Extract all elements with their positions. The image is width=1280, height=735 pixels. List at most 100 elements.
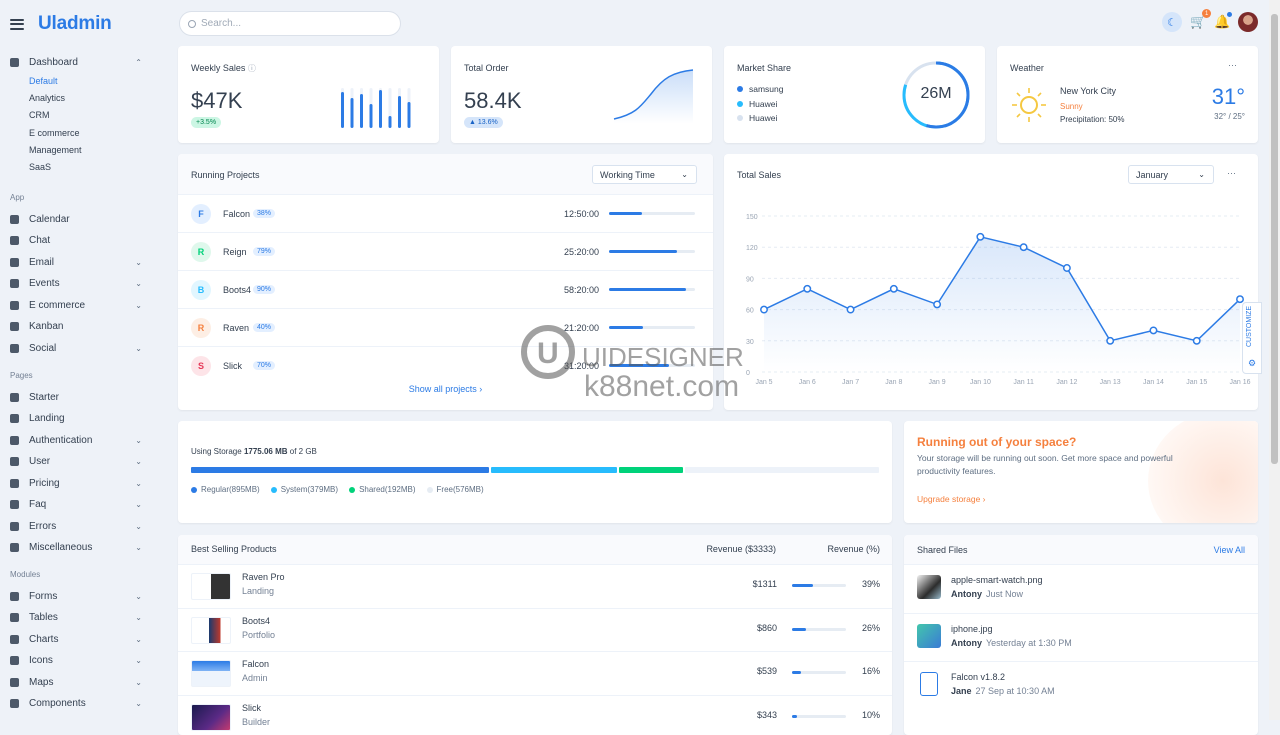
project-name: Falcon <box>223 209 253 219</box>
legend-label: Free(576MB) <box>437 485 484 494</box>
sidebar-item-e-commerce[interactable]: E commerce⌄ <box>10 296 142 314</box>
sidebar-subitem-analytics[interactable]: Analytics <box>29 93 65 103</box>
sidebar-item-landing[interactable]: Landing <box>10 410 142 428</box>
brand: Uladmin <box>10 13 112 35</box>
avatar[interactable] <box>1238 12 1258 32</box>
sidebar-item-social[interactable]: Social⌄ <box>10 339 142 357</box>
errors-icon <box>10 522 19 531</box>
chevron-down-icon: ⌄ <box>135 479 142 488</box>
sidebar-item-label: Tables <box>29 612 58 623</box>
chevron-down-icon: ⌄ <box>135 500 142 509</box>
sidebar-item-label: Email <box>29 257 54 268</box>
weekly-sales-bar <box>389 116 392 128</box>
storage-segment <box>491 467 617 473</box>
product-row[interactable]: SlickBuilder$34310% <box>178 695 892 735</box>
sidebar-item-email[interactable]: Email⌄ <box>10 253 142 271</box>
weather-menu-icon[interactable]: ··· <box>1228 60 1237 70</box>
weather-precipitation: Precipitation: 50% <box>1060 115 1124 124</box>
file-row[interactable]: iphone.jpgAntonyYesterday at 1:30 PM <box>904 613 1258 661</box>
sidebar-item-charts[interactable]: Charts⌄ <box>10 630 142 648</box>
product-row[interactable]: FalconAdmin$53916% <box>178 651 892 694</box>
sidebar-subitem-management[interactable]: Management <box>29 145 82 155</box>
sidebar-item-errors[interactable]: Errors⌄ <box>10 517 142 535</box>
weekly-sales-bar <box>398 96 401 128</box>
starter-icon <box>10 393 19 402</box>
sidebar-item-faq[interactable]: Faq⌄ <box>10 496 142 514</box>
sales-point <box>1237 296 1243 302</box>
revenue-pct-header[interactable]: Revenue (%) <box>798 544 880 554</box>
hamburger-menu-icon[interactable] <box>10 19 24 30</box>
sidebar-item-forms[interactable]: Forms⌄ <box>10 587 142 605</box>
sidebar-subitem-default[interactable]: Default <box>29 76 58 86</box>
theme-toggle-icon[interactable]: ☾ <box>1162 12 1182 32</box>
sidebar-item-label: Social <box>29 343 56 354</box>
sidebar-item-icons[interactable]: Icons⌄ <box>10 652 142 670</box>
page-scrollbar[interactable] <box>1269 0 1280 720</box>
x-tick-label: Jan 13 <box>1100 379 1121 386</box>
market-share-legend-item: Huawei <box>737 99 777 109</box>
product-row[interactable]: Raven ProLanding$131139% <box>178 564 892 607</box>
product-row[interactable]: Boots4Portfolio$86026% <box>178 608 892 651</box>
sidebar-item-events[interactable]: Events⌄ <box>10 275 142 293</box>
sidebar-item-maps[interactable]: Maps⌄ <box>10 673 142 691</box>
sidebar-item-calendar[interactable]: Calendar <box>10 210 142 228</box>
view-all-link[interactable]: View All <box>1194 545 1245 555</box>
cart-icon[interactable]: 🛒1 <box>1190 14 1206 30</box>
file-row[interactable]: apple-smart-watch.pngAntonyJust Now <box>904 564 1258 612</box>
e-commerce-icon <box>10 301 19 310</box>
weekly-sales-change: +3.5% <box>191 117 221 128</box>
chevron-down-icon: ⌄ <box>135 436 142 445</box>
project-row[interactable]: BBoots490%58:20:00 <box>178 270 713 308</box>
project-time: 31:20:00 <box>564 361 599 371</box>
sales-point <box>1064 265 1070 271</box>
sidebar-subitem-crm[interactable]: CRM <box>29 110 50 120</box>
search-input[interactable]: Search... <box>179 11 401 36</box>
calendar-icon <box>10 215 19 224</box>
chat-icon <box>10 236 19 245</box>
x-tick-label: Jan 14 <box>1143 379 1164 386</box>
sidebar-item-label: Chat <box>29 235 50 246</box>
working-time-select[interactable]: Working Time⌄ <box>592 165 697 184</box>
sidebar-item-user[interactable]: User⌄ <box>10 453 142 471</box>
weekly-sales-bar <box>370 104 373 128</box>
revenue-usd-header[interactable]: Revenue ($3333) <box>684 544 776 554</box>
notification-bell-icon[interactable]: 🔔 <box>1214 14 1230 30</box>
sidebar-item-kanban[interactable]: Kanban <box>10 318 142 336</box>
weekly-sales-bars <box>338 86 428 131</box>
project-row[interactable]: RReign79%25:20:00 <box>178 232 713 270</box>
sidebar-item-starter[interactable]: Starter <box>10 388 142 406</box>
sidebar-item-components[interactable]: Components⌄ <box>10 695 142 713</box>
chevron-down-icon: ⌄ <box>681 170 688 179</box>
kanban-icon <box>10 322 19 331</box>
sidebar-item-miscellaneous[interactable]: Miscellaneous⌄ <box>10 539 142 557</box>
month-select[interactable]: January⌄ <box>1128 165 1214 184</box>
upgrade-storage-link[interactable]: Upgrade storage › <box>917 494 986 504</box>
customize-tab[interactable]: CUSTOMIZE ⚙ <box>1242 302 1262 374</box>
product-progress <box>792 628 846 631</box>
file-icon <box>920 672 938 696</box>
project-row[interactable]: RRaven40%21:20:00 <box>178 308 713 346</box>
product-percent: 39% <box>848 579 880 589</box>
sidebar-subitem-saas[interactable]: SaaS <box>29 162 51 172</box>
sidebar-subitem-e-commerce[interactable]: E commerce <box>29 128 80 138</box>
x-tick-label: Jan 11 <box>1013 379 1034 386</box>
storage-legend-item: Shared(192MB) <box>349 485 415 494</box>
sidebar-item-pricing[interactable]: Pricing⌄ <box>10 474 142 492</box>
file-meta: AntonyYesterday at 1:30 PM <box>951 638 1072 648</box>
file-row[interactable]: Falcon v1.8.2Jane27 Sep at 10:30 AM <box>904 661 1258 709</box>
total-sales-menu-icon[interactable]: ··· <box>1227 168 1236 178</box>
project-progress-fill <box>609 326 643 329</box>
show-all-projects-link[interactable]: Show all projects › <box>178 384 713 394</box>
product-thumbnail <box>191 660 231 687</box>
sidebar-item-tables[interactable]: Tables⌄ <box>10 609 142 627</box>
sidebar-item-authentication[interactable]: Authentication⌄ <box>10 431 142 449</box>
project-row[interactable]: FFalcon38%12:50:00 <box>178 194 713 232</box>
project-avatar: F <box>191 204 211 224</box>
sidebar-item-chat[interactable]: Chat <box>10 232 142 250</box>
product-progress-fill <box>792 584 813 587</box>
logo[interactable]: Uladmin <box>38 13 112 35</box>
storage-segment <box>191 467 489 473</box>
sidebar-item-label: Calendar <box>29 214 70 225</box>
project-row[interactable]: SSlick70%31:20:00 <box>178 346 713 384</box>
sidebar-item-dashboard[interactable]: Dashboard⌃ <box>10 53 142 71</box>
